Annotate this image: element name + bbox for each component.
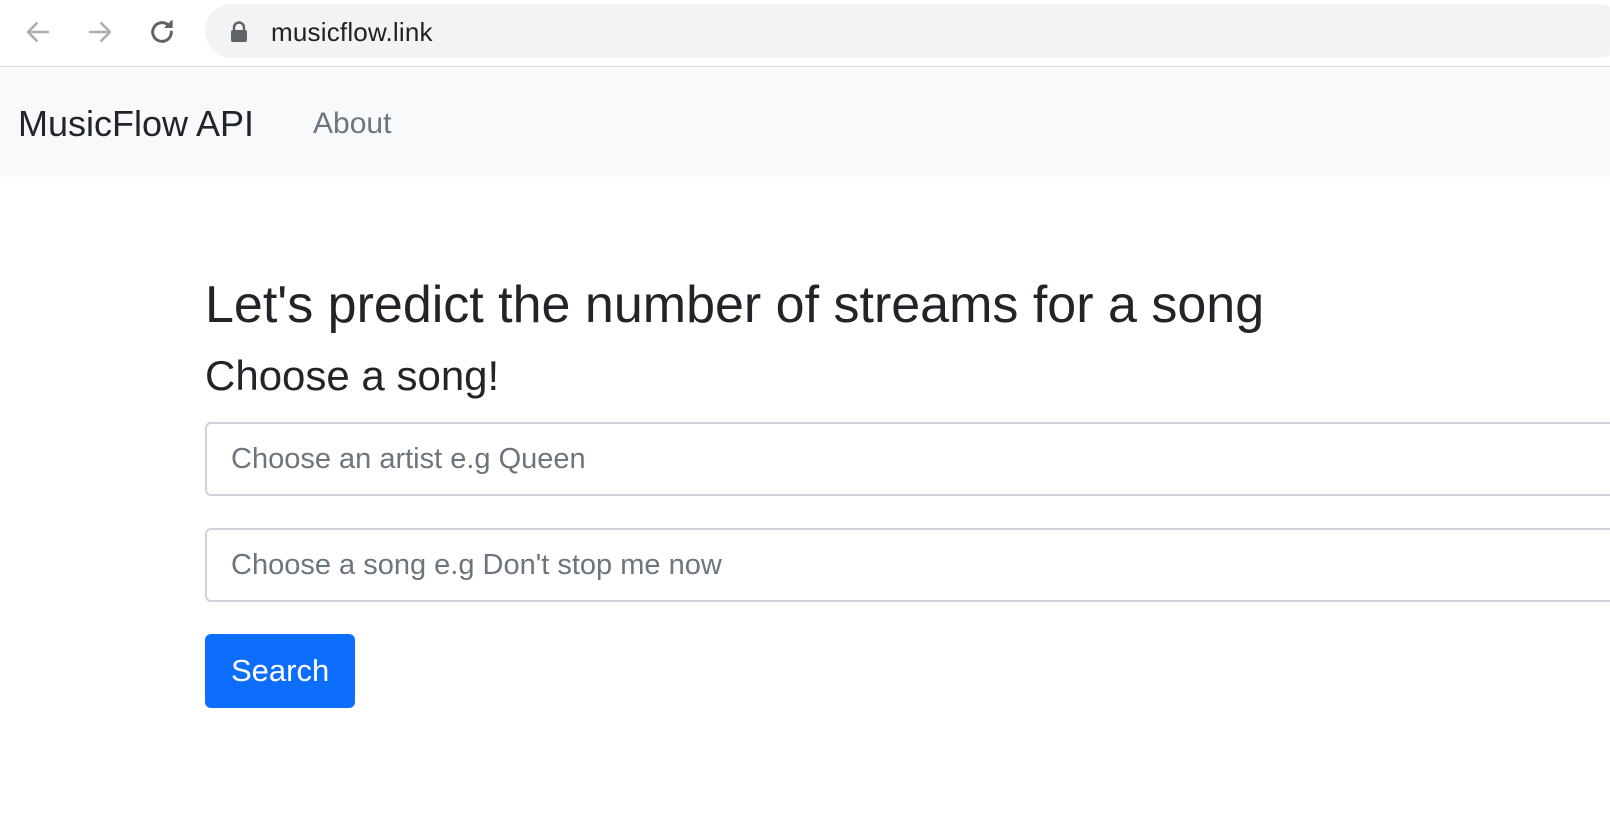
song-input[interactable] xyxy=(205,528,1610,602)
reload-button[interactable] xyxy=(142,12,182,52)
back-button[interactable] xyxy=(18,12,58,52)
navbar: MusicFlow API About xyxy=(0,68,1610,177)
forward-arrow-icon xyxy=(88,22,112,42)
main-content: Let's predict the number of streams for … xyxy=(205,270,1610,708)
page-title: Let's predict the number of streams for … xyxy=(205,276,1265,334)
reload-icon xyxy=(151,19,173,43)
navbar-brand[interactable]: MusicFlow API xyxy=(18,103,254,145)
page-subtitle: Choose a song! xyxy=(205,352,500,399)
lock-icon xyxy=(231,21,247,42)
artist-input[interactable] xyxy=(205,422,1610,496)
search-button[interactable]: Search xyxy=(205,634,356,708)
nav-link-about[interactable]: About xyxy=(313,107,391,141)
forward-button[interactable] xyxy=(80,12,120,52)
url-text[interactable]: musicflow.link xyxy=(271,17,433,48)
address-bar[interactable]: musicflow.link xyxy=(205,4,1610,58)
back-arrow-icon xyxy=(26,22,50,42)
browser-toolbar: musicflow.link xyxy=(0,0,1610,67)
